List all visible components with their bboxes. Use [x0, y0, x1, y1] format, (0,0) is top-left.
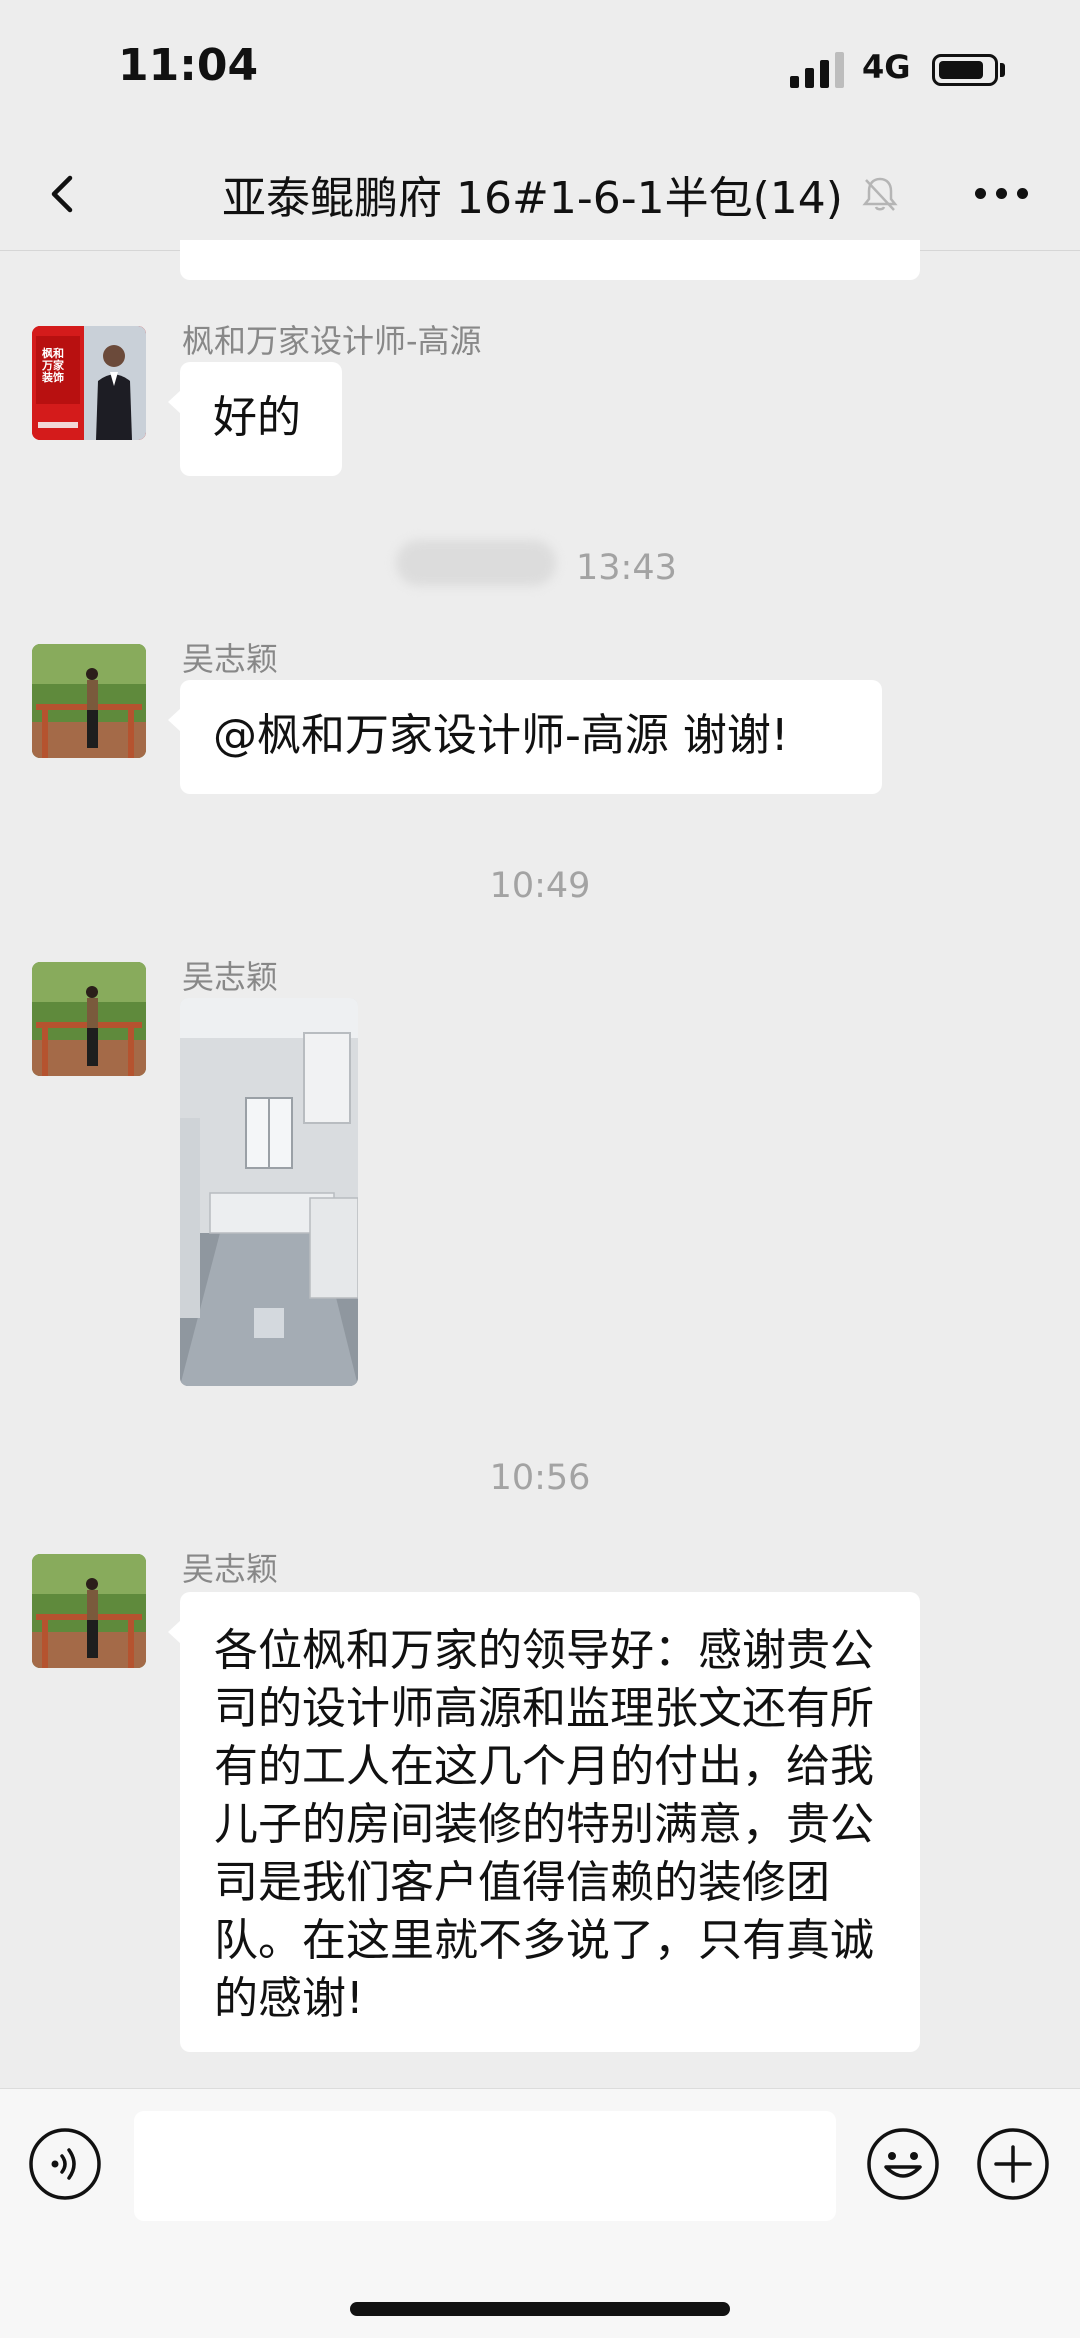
status-time: 11:04 [118, 40, 259, 91]
message-bubble[interactable]: 好的 [168, 362, 342, 476]
blurred-label [396, 540, 556, 586]
chevron-left-icon[interactable] [42, 172, 86, 216]
battery-icon [932, 54, 998, 86]
message-input[interactable] [134, 2111, 836, 2221]
sender-name: 吴志颖 [182, 958, 279, 996]
status-bar: 11:04 4G [0, 0, 1080, 140]
user-avatar-icon [32, 1554, 146, 1668]
kitchen-photo-icon [180, 998, 358, 1386]
previous-message-bubble [180, 240, 920, 280]
chat-title: 亚泰鲲鹏府 16#1-6-1半包(14) [222, 173, 843, 224]
message-text: @枫和万家设计师-高源 谢谢! [213, 710, 789, 761]
message-text: 各位枫和万家的领导好：感谢贵公司的设计师高源和监理张文还有所有的工人在这几个月的… [214, 1625, 874, 2024]
user-avatar[interactable] [32, 1554, 146, 1668]
chat-header: 亚泰鲲鹏府 16#1-6-1半包(14) [0, 140, 1080, 251]
user-avatar-icon [32, 962, 146, 1076]
message-text: 好的 [213, 392, 301, 443]
home-indicator[interactable] [350, 2302, 730, 2316]
company-avatar-text: 枫和万家装饰 [42, 347, 64, 384]
sender-name: 吴志颖 [182, 640, 279, 678]
user-avatar[interactable] [32, 644, 146, 758]
input-bar [0, 2088, 1080, 2338]
time-separator: 10:49 [489, 866, 591, 906]
image-message[interactable] [180, 998, 358, 1386]
company-avatar[interactable]: 枫和万家装饰 [32, 326, 146, 440]
bell-off-icon [862, 177, 898, 211]
plus-icon[interactable] [976, 2127, 1050, 2201]
sender-name: 吴志颖 [182, 1550, 279, 1588]
user-avatar-icon [32, 644, 146, 758]
user-avatar[interactable] [32, 962, 146, 1076]
message-bubble[interactable]: @枫和万家设计师-高源 谢谢! [168, 680, 882, 794]
voice-icon[interactable] [28, 2127, 102, 2201]
emoji-icon[interactable] [866, 2127, 940, 2201]
signal-icon [790, 52, 846, 88]
battery-tip [1000, 63, 1005, 77]
more-dots-icon[interactable] [975, 188, 1029, 202]
time-separator: 13:43 [576, 548, 677, 588]
message-bubble[interactable]: 各位枫和万家的领导好：感谢贵公司的设计师高源和监理张文还有所有的工人在这几个月的… [168, 1592, 920, 2052]
sender-name: 枫和万家设计师-高源 [182, 322, 482, 360]
time-separator: 10:56 [489, 1458, 591, 1498]
network-type: 4G [862, 48, 911, 86]
